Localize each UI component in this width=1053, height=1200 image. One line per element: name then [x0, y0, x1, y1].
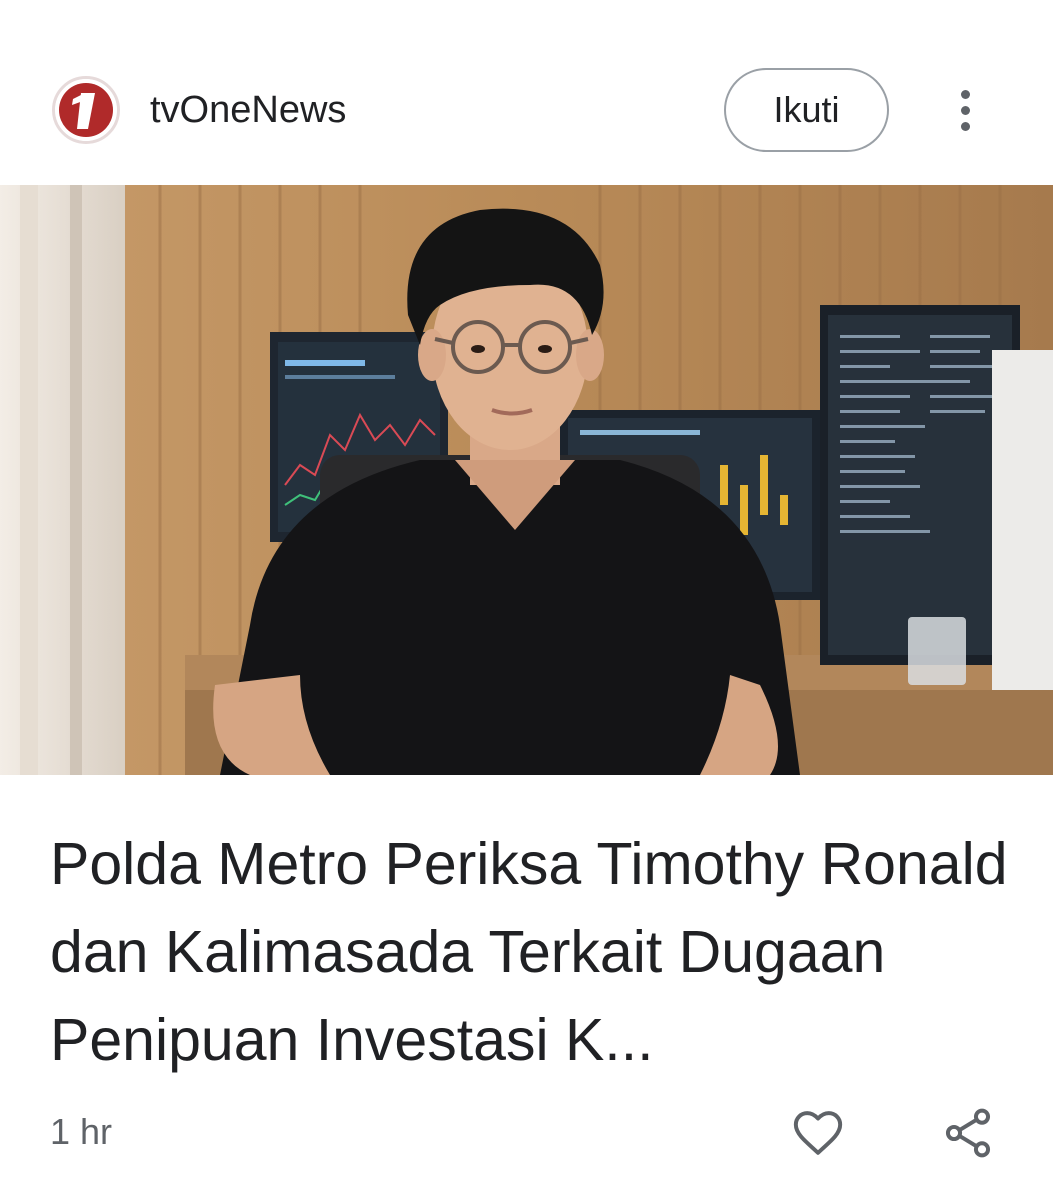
article-headline[interactable]: Polda Metro Periksa Timothy Ronald dan K… [50, 820, 1010, 1084]
follow-button[interactable]: Ikuti [724, 68, 889, 152]
tvone-logo-icon[interactable] [52, 76, 120, 144]
article-header: tvOneNews Ikuti [0, 0, 1053, 185]
heart-icon[interactable] [790, 1105, 846, 1161]
source-name[interactable]: tvOneNews [150, 88, 346, 132]
share-icon[interactable] [940, 1105, 996, 1161]
more-vert-icon[interactable] [940, 85, 990, 135]
article-photo[interactable] [0, 185, 1053, 775]
article-time: 1 hr [50, 1111, 113, 1152]
